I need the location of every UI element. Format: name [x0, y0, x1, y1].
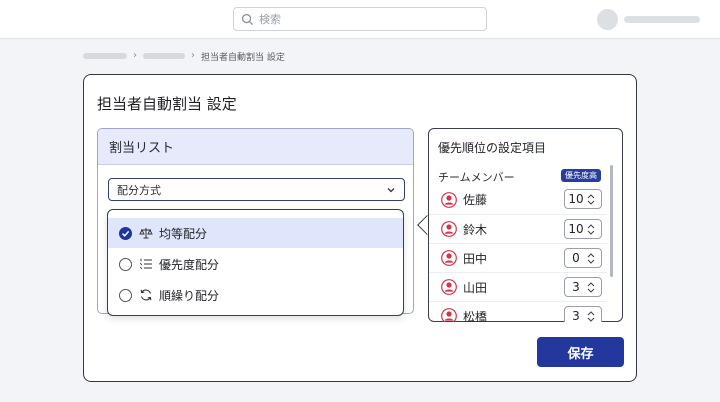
rotate-arrows-icon	[140, 289, 152, 301]
menu-item-priority[interactable]: 優先度配分	[108, 249, 403, 279]
chevron-down-icon[interactable]	[587, 200, 595, 206]
list-item: 佐藤 10	[429, 185, 607, 214]
save-button[interactable]: 保存	[537, 337, 624, 367]
balance-scale-icon	[139, 228, 153, 239]
stepper-value: 3	[572, 309, 580, 322]
search-icon	[241, 13, 254, 25]
select-label: 配分方式	[117, 183, 161, 197]
stepper-arrows	[587, 223, 595, 236]
priority-stepper[interactable]: 3	[564, 277, 602, 297]
priority-title: 優先順位の設定項目	[438, 141, 547, 155]
chevron-down-icon[interactable]	[587, 259, 595, 265]
member-name: 田中	[463, 251, 488, 266]
person-avatar-icon	[441, 221, 457, 237]
distribution-method-select[interactable]: 配分方式	[108, 178, 405, 201]
chevron-up-icon[interactable]	[587, 193, 595, 199]
breadcrumb-item-placeholder[interactable]	[83, 53, 127, 59]
distribution-method-menu: 均等配分 優先度配分 順繰り配分	[107, 209, 404, 316]
stepper-arrows	[587, 281, 595, 294]
menu-item-round-robin[interactable]: 順繰り配分	[108, 280, 403, 310]
user-avatar[interactable]	[597, 9, 618, 30]
member-name: 山田	[463, 280, 488, 295]
chevron-right-icon: ›	[191, 50, 195, 61]
chevron-up-icon[interactable]	[587, 310, 595, 316]
person-avatar-icon	[441, 279, 457, 295]
breadcrumb-item-placeholder[interactable]	[143, 53, 185, 59]
numbered-list-icon	[139, 258, 152, 270]
breadcrumb-current: 担当者自動割当 設定	[201, 52, 285, 63]
chevron-up-icon[interactable]	[587, 223, 595, 229]
person-avatar-icon	[441, 250, 457, 266]
scrollbar[interactable]	[610, 165, 613, 277]
check-circle-icon	[119, 226, 132, 240]
search-input[interactable]: 検索	[233, 7, 487, 31]
priority-stepper[interactable]: 0	[564, 248, 602, 268]
page-title: 担当者自動割当 設定	[97, 95, 237, 113]
option-label: 順繰り配分	[159, 288, 220, 303]
radio-icon	[119, 288, 132, 302]
option-label: 優先度配分	[159, 257, 220, 272]
priority-panel: 優先順位の設定項目 チームメンバー 優先度高 佐藤 10 鈴木 10 田中 0 …	[428, 128, 623, 322]
chevron-down-icon[interactable]	[587, 317, 595, 323]
list-item: 田中 0	[429, 243, 607, 272]
stepper-value: 10	[568, 222, 584, 236]
stepper-value: 3	[572, 280, 580, 294]
search-placeholder: 検索	[259, 13, 281, 26]
stepper-arrows	[587, 252, 595, 265]
priority-stepper[interactable]: 10	[564, 189, 602, 209]
member-name: 松橋	[463, 309, 488, 323]
chevron-down-icon	[387, 187, 395, 192]
chevron-up-icon[interactable]	[587, 281, 595, 287]
person-avatar-icon	[441, 308, 457, 322]
user-name-placeholder	[624, 16, 700, 23]
member-name: 佐藤	[463, 193, 488, 207]
stepper-arrows	[587, 193, 595, 206]
chevron-right-icon: ›	[133, 50, 137, 61]
high-priority-badge: 優先度高	[561, 169, 601, 182]
member-list: 佐藤 10 鈴木 10 田中 0 山田 3 松橋 3	[429, 185, 607, 322]
radio-icon	[119, 257, 132, 271]
person-avatar-icon	[441, 191, 457, 208]
chevron-down-icon[interactable]	[587, 288, 595, 294]
list-item: 山田 3	[429, 272, 607, 301]
priority-stepper[interactable]: 10	[564, 219, 602, 239]
team-members-label: チームメンバー	[438, 171, 515, 184]
top-bar: 検索	[0, 0, 720, 39]
stepper-value: 0	[572, 251, 580, 265]
chevron-up-icon[interactable]	[587, 252, 595, 258]
option-label: 均等配分	[159, 226, 208, 241]
breadcrumb: › › 担当者自動割当 設定	[83, 50, 285, 63]
priority-stepper[interactable]: 3	[564, 306, 602, 322]
chevron-down-icon[interactable]	[587, 230, 595, 236]
menu-item-equal[interactable]: 均等配分	[108, 218, 403, 248]
stepper-value: 10	[568, 192, 584, 206]
list-item: 鈴木 10	[429, 214, 607, 243]
stepper-arrows	[587, 310, 595, 323]
member-name: 鈴木	[463, 222, 488, 237]
list-item: 松橋 3	[429, 301, 607, 322]
assign-list-title: 割当リスト	[98, 129, 413, 165]
